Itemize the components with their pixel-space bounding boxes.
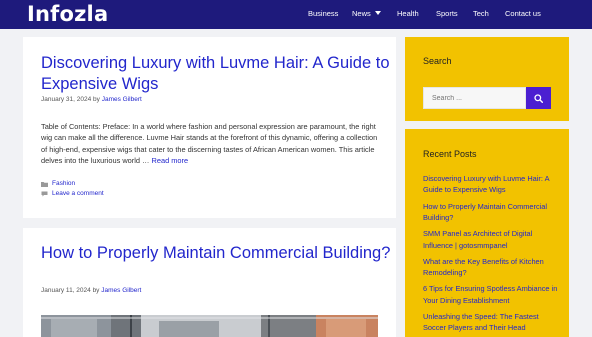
recent-posts-title: Recent Posts: [423, 149, 477, 159]
nav-item-contact[interactable]: Contact us: [505, 9, 541, 19]
post-date: January 11, 2024: [41, 287, 91, 294]
recent-post-link[interactable]: 6 Tips for Ensuring Spotless Ambiance in…: [423, 283, 558, 306]
search-widget-title: Search: [423, 56, 452, 66]
post-author[interactable]: James Gilbert: [102, 96, 142, 103]
post-category: Fashion: [41, 180, 75, 187]
comment-icon: [41, 191, 48, 196]
folder-icon: [41, 181, 48, 187]
recent-post-link[interactable]: What are the Key Benefits of Kitchen Rem…: [423, 256, 558, 279]
search-widget: Search: [405, 37, 569, 121]
post-comments: Leave a comment: [41, 190, 104, 197]
post-by: by: [93, 96, 100, 103]
read-more-link[interactable]: Read more: [152, 156, 189, 165]
post-card: How to Properly Maintain Commercial Buil…: [23, 228, 396, 337]
search-button[interactable]: [526, 87, 551, 109]
nav-item-tech[interactable]: Tech: [473, 9, 489, 19]
leave-comment-link[interactable]: Leave a comment: [52, 190, 104, 197]
recent-posts-list: Discovering Luxury with Luvme Hair: A Gu…: [423, 173, 558, 337]
post-meta: January 11, 2024 by James Gilbert: [41, 287, 141, 294]
site-logo[interactable]: Infozla: [27, 2, 108, 26]
nav-item-news-label: News: [352, 9, 371, 18]
nav-item-sports[interactable]: Sports: [436, 9, 458, 19]
recent-posts-widget: Recent Posts Discovering Luxury with Luv…: [405, 129, 569, 337]
recent-post-link[interactable]: How to Properly Maintain Commercial Buil…: [423, 201, 558, 224]
post-meta: January 31, 2024 by James Gilbert: [41, 96, 142, 103]
recent-post-link[interactable]: Unleashing the Speed: The Fastest Soccer…: [423, 311, 558, 334]
post-excerpt-text: Table of Contents: Preface: In a world w…: [41, 122, 378, 166]
recent-post-link[interactable]: SMM Panel as Architect of Digital Influe…: [423, 228, 558, 251]
recent-post-link[interactable]: Discovering Luxury with Luvme Hair: A Gu…: [423, 173, 558, 196]
post-card: Discovering Luxury with Luvme Hair: A Gu…: [23, 37, 396, 218]
post-title[interactable]: Discovering Luxury with Luvme Hair: A Gu…: [41, 53, 391, 95]
post-excerpt: Table of Contents: Preface: In a world w…: [41, 121, 381, 167]
post-author[interactable]: James Gilbert: [101, 287, 141, 294]
nav-item-health[interactable]: Health: [397, 9, 419, 19]
search-icon: [534, 93, 543, 103]
post-by: by: [92, 287, 100, 294]
post-date: January 31, 2024: [41, 96, 92, 103]
building-photo: [41, 315, 378, 337]
nav-item-news[interactable]: News: [352, 9, 381, 19]
post-title[interactable]: How to Properly Maintain Commercial Buil…: [41, 243, 391, 264]
caret-down-icon: [374, 11, 381, 15]
category-link[interactable]: Fashion: [52, 180, 75, 187]
nav-item-business[interactable]: Business: [308, 9, 338, 19]
search-input[interactable]: [423, 87, 526, 109]
post-featured-image[interactable]: [41, 315, 378, 337]
site-header: Infozla Business News Health Sports Tech…: [0, 0, 592, 29]
